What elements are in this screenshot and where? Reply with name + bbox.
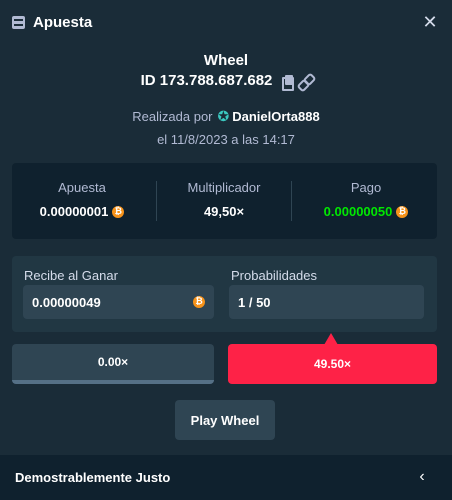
stat-bet: Apuesta 0.00000001 ₿ bbox=[12, 163, 152, 239]
username-link[interactable]: DanielOrta888 bbox=[232, 109, 319, 124]
bet-details-panel: Recibe al Ganar 0.00000049 ₿ Probabilida… bbox=[12, 256, 437, 332]
modal-title: Apuesta bbox=[33, 14, 93, 31]
stat-multiplier-value: 49,50× bbox=[154, 204, 294, 219]
copy-icon[interactable] bbox=[282, 74, 295, 91]
segment-win: 49.50× bbox=[228, 344, 437, 384]
bitcoin-icon: ₿ bbox=[112, 205, 125, 218]
chance-field: 1 / 50 bbox=[229, 285, 424, 319]
payout-amount: 0.00000050 bbox=[323, 204, 393, 219]
chance-value: 1 / 50 bbox=[238, 294, 271, 310]
segment-zero: 0.00× bbox=[12, 344, 214, 384]
bitcoin-icon: ₿ bbox=[193, 296, 205, 308]
chevron-left-icon[interactable]: ‹ bbox=[414, 467, 430, 487]
bet-stats-panel: Apuesta 0.00000001 ₿ Multiplicador 49,50… bbox=[12, 163, 437, 239]
stat-payout-label: Pago bbox=[350, 180, 382, 195]
bet-date: el 11/8/2023 a las 14:17 bbox=[157, 132, 295, 147]
bet-amount: 0.00000001 bbox=[39, 204, 109, 219]
multiplier-amount: 49,50× bbox=[203, 204, 245, 219]
placed-by-label: Realizada por bbox=[132, 109, 213, 124]
stat-bet-value: 0.00000001 ₿ bbox=[12, 204, 152, 219]
bet-slip-icon bbox=[12, 16, 25, 29]
stat-payout-value: 0.00000050 ₿ bbox=[296, 204, 436, 219]
close-icon[interactable]: ✕ bbox=[421, 12, 439, 32]
game-name: Wheel bbox=[203, 52, 249, 69]
bet-id-row: ID 173.788.687.682 bbox=[0, 72, 452, 91]
provably-fair-bar[interactable]: Demostrablemente Justo ‹ bbox=[0, 455, 452, 500]
stat-bet-label: Apuesta bbox=[58, 180, 106, 195]
profit-value: 0.00000049 bbox=[32, 294, 101, 310]
bet-id: ID 173.788.687.682 bbox=[140, 72, 273, 89]
stat-multiplier: Multiplicador 49,50× bbox=[154, 163, 294, 239]
stat-payout: Pago 0.00000050 ₿ bbox=[296, 163, 436, 239]
modal-header: Apuesta ✕ bbox=[0, 0, 452, 46]
profit-label: Recibe al Ganar bbox=[24, 268, 118, 283]
divider bbox=[291, 181, 292, 221]
stat-multiplier-label: Multiplicador bbox=[187, 180, 261, 195]
profit-field: 0.00000049 ₿ bbox=[23, 285, 214, 319]
play-wheel-button[interactable]: Play Wheel bbox=[175, 400, 275, 440]
link-icon[interactable] bbox=[299, 75, 311, 87]
provably-fair-label: Demostrablemente Justo bbox=[15, 470, 171, 485]
placed-by: Realizada por ✪ DanielOrta888 bbox=[0, 108, 452, 125]
vip-star-icon: ✪ bbox=[217, 108, 230, 124]
bitcoin-icon: ₿ bbox=[396, 205, 409, 218]
chance-label: Probabilidades bbox=[231, 268, 318, 283]
